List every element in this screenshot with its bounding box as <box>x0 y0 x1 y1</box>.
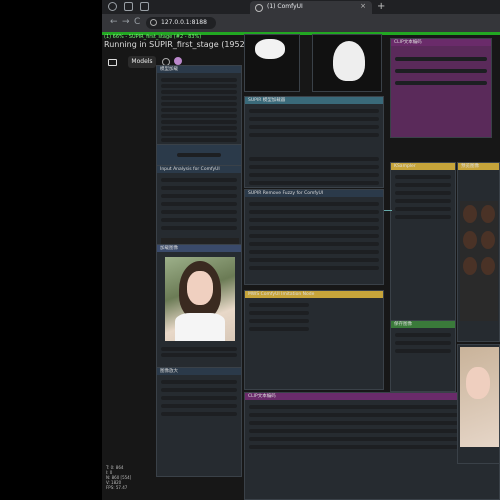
node-title: 加载图像 <box>157 245 241 252</box>
folder-icon[interactable] <box>108 59 117 66</box>
back-icon[interactable]: ← <box>110 17 118 27</box>
models-button[interactable]: Models <box>128 56 156 68</box>
left-black-panel <box>0 0 102 500</box>
node-label-block[interactable] <box>156 144 242 166</box>
reload-icon[interactable]: C <box>134 17 140 27</box>
node-image-upscale[interactable]: 图像放大 <box>156 367 242 477</box>
close-tab-icon[interactable]: × <box>360 2 366 10</box>
node-imitation[interactable]: MWS ComfyUI Imitation Node <box>244 290 384 390</box>
portrait-image <box>165 257 235 341</box>
canvas-info: T: 0: 864 I: 0 N: 860 [554] V: 1820 FPS:… <box>106 465 131 490</box>
node-supir-remove-fuzzy[interactable]: SUPIR Remove Fuzzy for ComfyUI <box>244 189 384 285</box>
tab-list-icon[interactable] <box>140 2 149 11</box>
preview-grid <box>460 201 498 321</box>
node-title: 模型加载 <box>157 66 241 73</box>
new-tab-button[interactable]: + <box>377 1 385 12</box>
avatar[interactable] <box>174 57 182 65</box>
node-supir-loader[interactable]: SUPIR 模型加载器 <box>244 96 384 188</box>
link-wire <box>384 210 392 211</box>
final-portrait-image <box>460 347 499 447</box>
node-title: 保存图像 <box>391 321 455 328</box>
node-title: KSampler <box>391 163 455 170</box>
running-text: Running in SUPIR_first_stage (1952) <box>104 40 248 49</box>
site-info-icon[interactable] <box>150 19 157 26</box>
node-title: MWS ComfyUI Imitation Node <box>245 291 383 298</box>
node-save[interactable]: 保存图像 <box>390 320 456 392</box>
node-title: CLIP文本编码 <box>391 39 491 46</box>
comfy-favicon-icon <box>255 4 263 12</box>
url-text: 127.0.0.1:8188 <box>161 19 207 26</box>
node-title: Input Analysis for ComfyUI <box>157 166 241 173</box>
node-mask-preview-2[interactable] <box>312 34 382 92</box>
node-title: 图像放大 <box>157 368 241 375</box>
tab-title: (1) ComfyUI <box>267 3 303 10</box>
url-field[interactable]: 127.0.0.1:8188 <box>146 17 216 29</box>
profile-icon[interactable] <box>108 2 117 11</box>
node-title: SUPIR 模型加载器 <box>245 97 383 104</box>
browser-address-bar: ← → C 127.0.0.1:8188 <box>102 14 500 32</box>
node-mask-preview[interactable] <box>244 34 300 92</box>
browser-tab[interactable]: (1) ComfyUI × <box>250 1 372 14</box>
node-final-image[interactable] <box>457 344 500 464</box>
node-preview-image[interactable]: 预览图像 <box>457 162 500 342</box>
comfyui-canvas[interactable]: (1) 66% - SUPIR_first_stage (#2 - 83%) R… <box>102 32 500 500</box>
workspace-icon[interactable] <box>124 2 133 11</box>
browser-tab-strip: (1) ComfyUI × + <box>102 0 500 14</box>
node-title: 预览图像 <box>458 163 499 170</box>
node-ksampler[interactable]: KSampler <box>390 162 456 322</box>
node-title: SUPIR Remove Fuzzy for ComfyUI <box>245 190 383 197</box>
forward-icon[interactable]: → <box>122 17 130 27</box>
node-load-image[interactable]: 加载图像 <box>156 244 242 374</box>
info-line: FPS: 57.47 <box>106 485 128 490</box>
node-clip-text[interactable]: CLIP文本编码 <box>390 38 492 138</box>
